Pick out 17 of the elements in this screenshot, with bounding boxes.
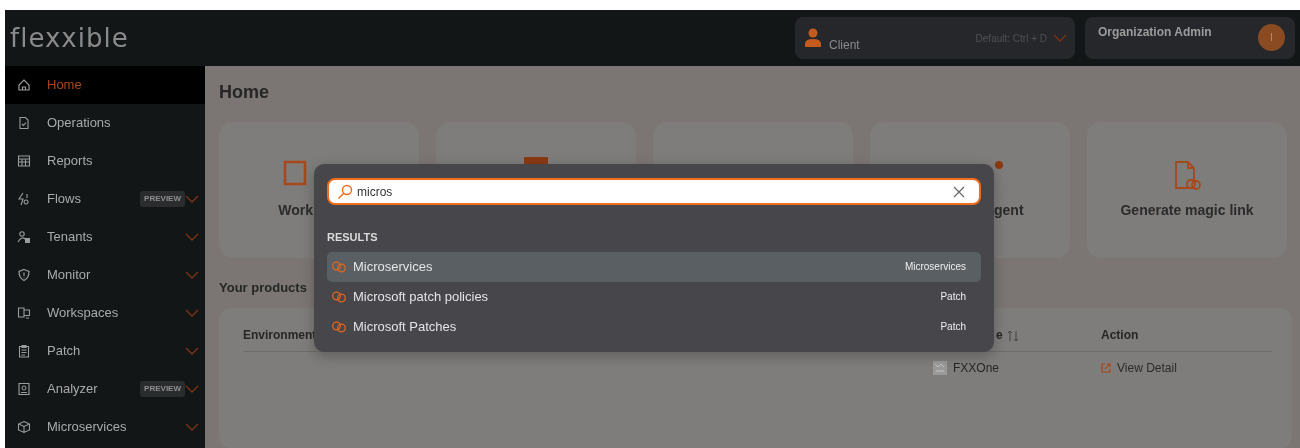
card-title: Work (278, 200, 313, 220)
client-label: Client (829, 37, 860, 54)
category-label: Microservices (904, 260, 966, 274)
section-title: Your products (219, 279, 307, 297)
category-label: Patch (940, 320, 966, 334)
card-title: Generate magic link (1120, 200, 1254, 220)
column-header: Action (1101, 327, 1139, 344)
table-cell-text: FXXOne (953, 359, 1000, 377)
logo: flexxible (10, 21, 130, 55)
preview-tag: PREVIEW (140, 381, 185, 397)
results-heading: RESULTS (327, 230, 379, 245)
column-header: Environment (243, 327, 317, 344)
category-label: Patch (940, 290, 966, 304)
user-role: Organization Admin (1098, 24, 1212, 41)
card-title: gent (994, 200, 1024, 220)
page-title: Home (219, 81, 270, 104)
preview-tag: PREVIEW (140, 191, 185, 207)
